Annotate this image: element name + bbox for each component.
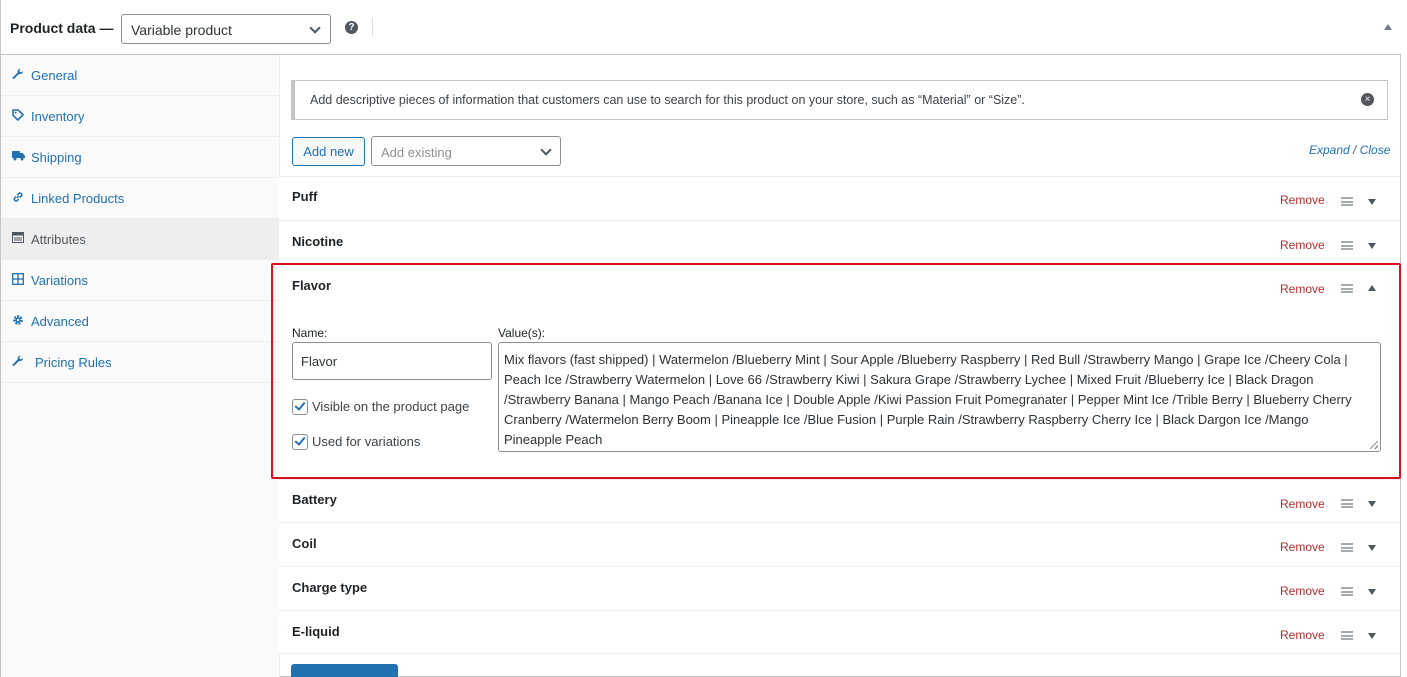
attribute-row-flavor[interactable]: Flavor Remove <box>279 264 1400 308</box>
attribute-row-nicotine[interactable]: Nicotine Remove <box>279 220 1400 264</box>
close-all-link[interactable]: Close <box>1360 143 1391 157</box>
product-data-title: Product data — <box>10 20 114 36</box>
values-label: Value(s): <box>498 326 546 340</box>
attribute-values-textarea[interactable]: Mix flavors (fast shipped) | Watermelon … <box>498 342 1381 452</box>
header-divider <box>372 18 373 36</box>
help-icon[interactable]: ? <box>345 21 358 34</box>
toggle-down-icon[interactable] <box>1368 243 1376 249</box>
link-icon <box>11 191 25 206</box>
name-label: Name: <box>292 326 328 340</box>
checkmark-icon <box>294 434 306 446</box>
drag-handle-icon[interactable] <box>1341 241 1353 250</box>
attribute-row-battery[interactable]: Battery Remove <box>279 479 1400 523</box>
tab-attributes[interactable]: Attributes <box>1 219 280 260</box>
visible-checkbox[interactable] <box>292 399 308 415</box>
wrench-icon <box>11 68 25 83</box>
remove-attribute-link[interactable]: Remove <box>1280 584 1325 598</box>
remove-attribute-link[interactable]: Remove <box>1280 497 1325 511</box>
add-new-attribute-button[interactable]: Add new <box>292 137 365 166</box>
attribute-name: Flavor <box>292 278 332 293</box>
attribute-row-charge-type[interactable]: Charge type Remove <box>279 566 1400 610</box>
drag-handle-icon[interactable] <box>1341 631 1353 640</box>
expand-all-link[interactable]: Expand <box>1309 143 1350 157</box>
tab-label: Inventory <box>31 109 85 124</box>
attribute-row-coil[interactable]: Coil Remove <box>279 522 1400 566</box>
add-existing-placeholder: Add existing <box>381 145 452 160</box>
tab-inventory[interactable]: Inventory <box>1 96 280 137</box>
toggle-down-icon[interactable] <box>1368 633 1376 639</box>
remove-attribute-link[interactable]: Remove <box>1280 540 1325 554</box>
resize-handle-icon[interactable] <box>1370 441 1378 449</box>
remove-attribute-link[interactable]: Remove <box>1280 282 1325 296</box>
tab-shipping[interactable]: Shipping <box>1 137 280 178</box>
visible-label: Visible on the product page <box>312 399 470 414</box>
checkmark-icon <box>294 399 306 411</box>
grid-icon <box>11 273 25 288</box>
toggle-down-icon[interactable] <box>1368 589 1376 595</box>
remove-attribute-link[interactable]: Remove <box>1280 193 1325 207</box>
collapse-panel-icon[interactable] <box>1384 24 1392 30</box>
tab-linked-products[interactable]: Linked Products <box>1 178 280 219</box>
tab-label: Attributes <box>31 232 86 247</box>
remove-attribute-link[interactable]: Remove <box>1280 238 1325 252</box>
attributes-notice: Add descriptive pieces of information th… <box>291 80 1388 120</box>
attribute-name: Charge type <box>292 580 368 595</box>
list-icon <box>11 232 25 246</box>
toggle-down-icon[interactable] <box>1368 501 1376 507</box>
toggle-down-icon[interactable] <box>1368 199 1376 205</box>
expand-close-links: Expand / Close <box>1309 143 1390 157</box>
tab-label: General <box>31 68 78 83</box>
chevron-down-icon <box>540 144 552 156</box>
attribute-row-puff[interactable]: Puff Remove <box>279 176 1400 220</box>
add-existing-attribute-select[interactable]: Add existing <box>371 136 561 166</box>
attribute-name: E-liquid <box>292 624 340 639</box>
drag-handle-icon[interactable] <box>1341 543 1353 552</box>
variations-checkbox[interactable] <box>292 434 308 450</box>
chevron-down-icon <box>309 22 321 34</box>
tab-label: Advanced <box>31 314 89 329</box>
wrench-icon <box>11 355 25 370</box>
attribute-name-input[interactable]: Flavor <box>292 342 492 380</box>
tab-label: Pricing Rules <box>35 355 112 370</box>
tab-label: Linked Products <box>31 191 125 206</box>
tab-pricing-rules[interactable]: Pricing Rules <box>1 342 280 383</box>
drag-handle-icon[interactable] <box>1341 587 1353 596</box>
attribute-name: Puff <box>292 189 318 204</box>
drag-handle-icon[interactable] <box>1341 499 1353 508</box>
link-separator: / <box>1349 143 1360 157</box>
tab-variations[interactable]: Variations <box>1 260 280 301</box>
drag-handle-icon[interactable] <box>1341 197 1353 206</box>
tab-advanced[interactable]: Advanced <box>1 301 280 342</box>
attribute-values-text: Mix flavors (fast shipped) | Watermelon … <box>504 352 1352 447</box>
product-type-value: Variable product <box>131 22 232 38</box>
truck-icon <box>11 150 25 164</box>
attribute-row-e-liquid[interactable]: E-liquid Remove <box>279 610 1400 654</box>
toggle-down-icon[interactable] <box>1368 545 1376 551</box>
notice-text: Add descriptive pieces of information th… <box>310 93 1025 107</box>
drag-handle-icon[interactable] <box>1341 284 1353 293</box>
variations-label: Used for variations <box>312 434 421 449</box>
attribute-name: Coil <box>292 536 317 551</box>
product-type-select[interactable]: Variable product <box>121 14 331 44</box>
tag-icon <box>11 109 25 124</box>
tab-label: Shipping <box>31 150 82 165</box>
save-attributes-button[interactable] <box>291 664 398 677</box>
tab-label: Variations <box>31 273 88 288</box>
toggle-up-icon[interactable] <box>1368 285 1376 291</box>
gear-icon <box>11 314 25 329</box>
tab-general[interactable]: General <box>1 55 280 96</box>
attribute-name: Battery <box>292 492 337 507</box>
attribute-name-value: Flavor <box>301 354 338 369</box>
remove-attribute-link[interactable]: Remove <box>1280 628 1325 642</box>
close-icon[interactable]: × <box>1361 93 1374 106</box>
attribute-name: Nicotine <box>292 234 344 249</box>
product-data-tabs: General Inventory Shipping Linked Produc… <box>1 55 280 677</box>
product-data-header: Product data — Variable product ? <box>1 0 1401 55</box>
